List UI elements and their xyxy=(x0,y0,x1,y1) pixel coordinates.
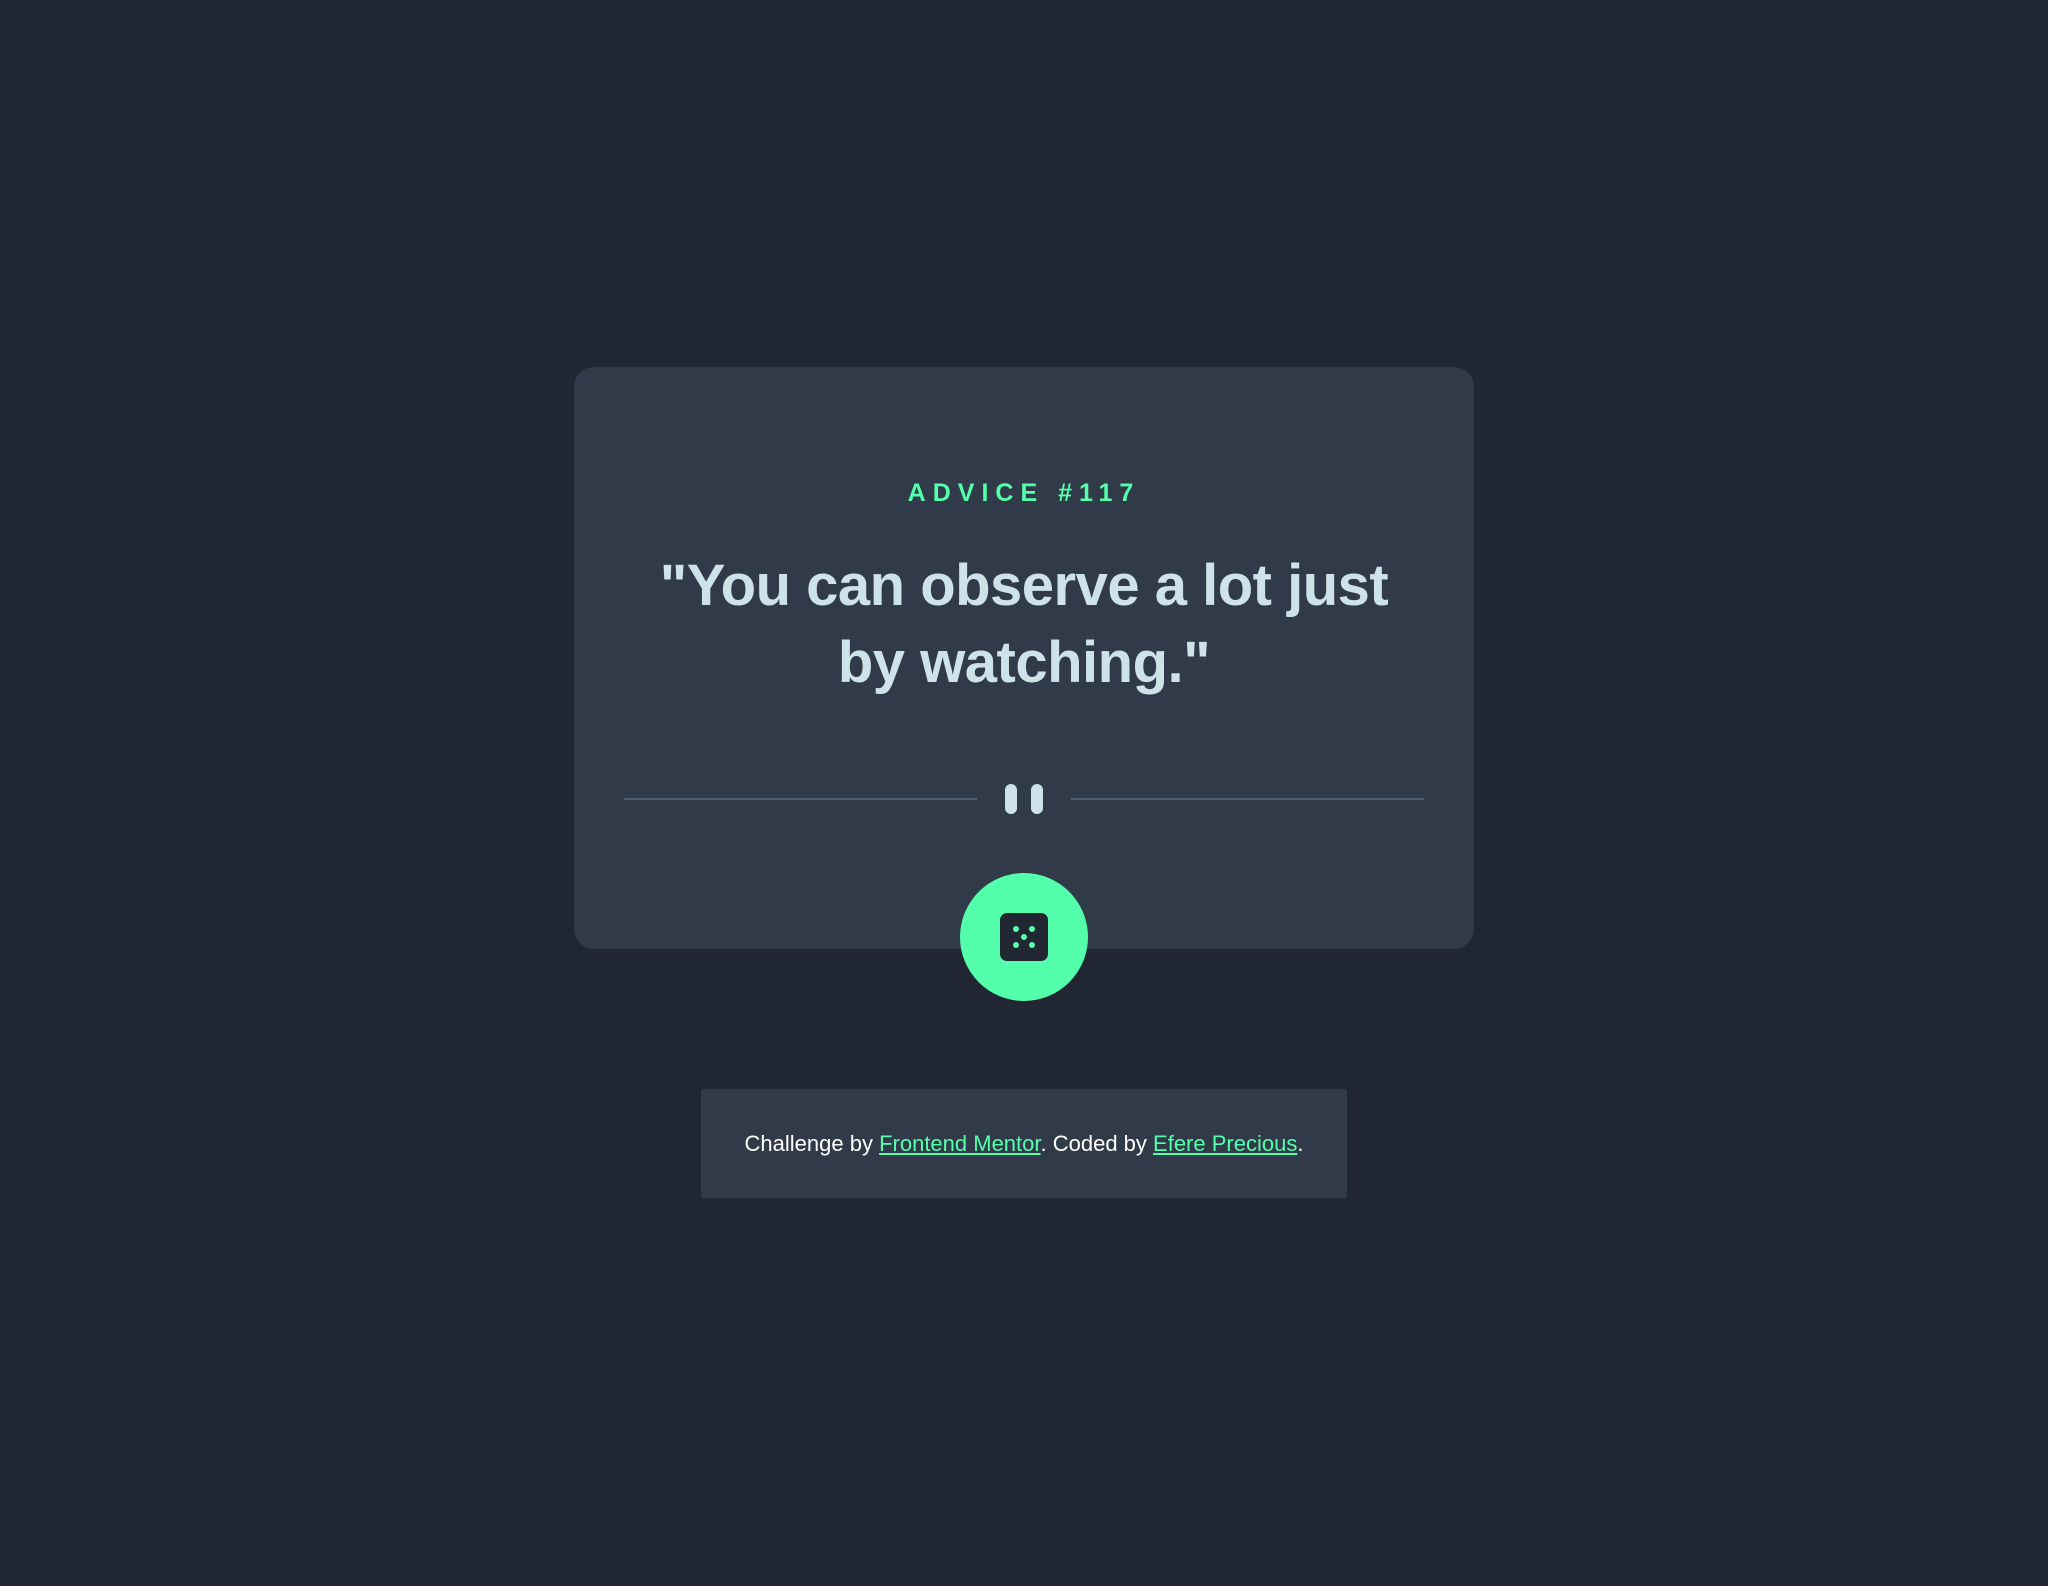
divider-line-right xyxy=(1071,798,1424,800)
author-link[interactable]: Efere Precious xyxy=(1153,1131,1297,1156)
attribution-prefix: Challenge by xyxy=(744,1131,880,1156)
pause-icon xyxy=(1005,784,1043,814)
advice-quote: "You can observe a lot just by watching.… xyxy=(659,553,1389,695)
new-advice-button[interactable] xyxy=(960,873,1088,1001)
pattern-divider xyxy=(624,781,1424,817)
attribution-footer: Challenge by Frontend Mentor. Coded by E… xyxy=(701,1089,1347,1198)
frontend-mentor-link[interactable]: Frontend Mentor xyxy=(879,1131,1040,1156)
dice-icon xyxy=(1000,913,1048,961)
divider-line-left xyxy=(624,798,977,800)
advice-id: ADVICE #117 xyxy=(907,479,1141,507)
attribution-suffix: . xyxy=(1297,1131,1304,1156)
attribution-middle: . Coded by xyxy=(1040,1131,1154,1156)
advice-card: ADVICE #117 "You can observe a lot just … xyxy=(574,367,1474,949)
